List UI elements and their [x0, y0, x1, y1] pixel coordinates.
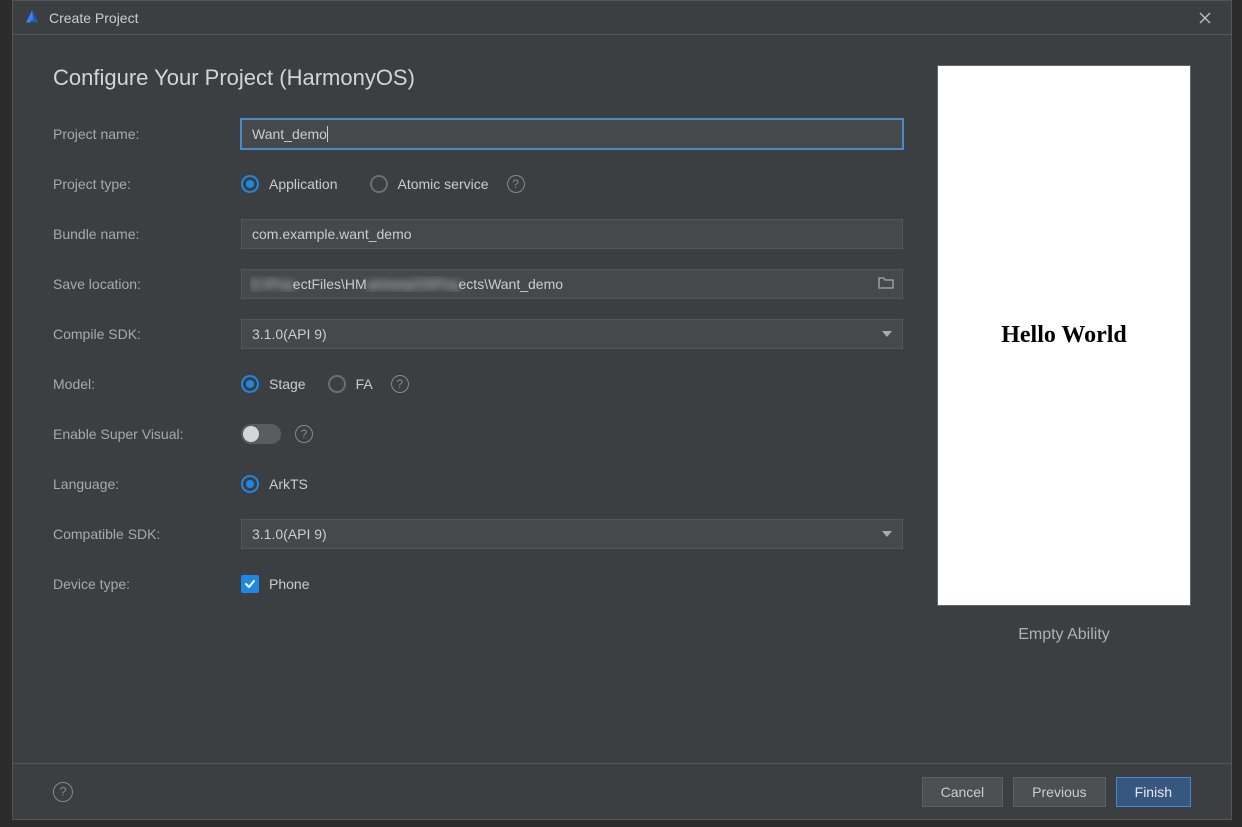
row-compatible-sdk: Compatible SDK: 3.1.0(API 9)	[53, 519, 903, 549]
dialog-content: Configure Your Project (HarmonyOS) Proje…	[13, 35, 1231, 763]
label-device-type: Device type:	[53, 576, 241, 592]
label-project-type: Project type:	[53, 176, 241, 192]
label-bundle-name: Bundle name:	[53, 226, 241, 242]
radio-atomic-service-button[interactable]	[370, 175, 388, 193]
close-icon[interactable]	[1189, 2, 1221, 34]
row-save-location: Save location: D:\ProjectFiles\HMarmonyO…	[53, 269, 903, 299]
radio-fa[interactable]: FA	[328, 375, 373, 393]
preview-caption: Empty Ability	[1018, 626, 1110, 644]
titlebar-title: Create Project	[49, 10, 138, 26]
row-model: Model: Stage FA ?	[53, 369, 903, 399]
radio-stage[interactable]: Stage	[241, 375, 306, 393]
label-language: Language:	[53, 476, 241, 492]
row-bundle-name: Bundle name:	[53, 219, 903, 249]
project-type-help-icon[interactable]: ?	[507, 175, 525, 193]
titlebar: Create Project	[13, 1, 1231, 35]
radio-stage-button[interactable]	[241, 375, 259, 393]
checkbox-phone-box[interactable]	[241, 575, 259, 593]
footer-help-icon[interactable]: ?	[53, 782, 73, 802]
label-project-name: Project name:	[53, 126, 241, 142]
compile-sdk-select[interactable]: 3.1.0(API 9)	[241, 319, 903, 349]
save-location-value: D:\ProjectFiles\HMarmonyOSProjects\Want_…	[250, 276, 563, 292]
compatible-sdk-select[interactable]: 3.1.0(API 9)	[241, 519, 903, 549]
create-project-dialog: Create Project Configure Your Project (H…	[12, 0, 1232, 820]
dialog-footer: ? Cancel Previous Finish	[13, 763, 1231, 819]
radio-application[interactable]: Application	[241, 175, 338, 193]
finish-button[interactable]: Finish	[1116, 777, 1191, 807]
radio-atomic-service[interactable]: Atomic service	[370, 175, 489, 193]
label-compatible-sdk: Compatible SDK:	[53, 526, 241, 542]
row-enable-super-visual: Enable Super Visual: ?	[53, 419, 903, 449]
form-column: Configure Your Project (HarmonyOS) Proje…	[53, 65, 903, 763]
phone-preview: Hello World	[937, 65, 1191, 606]
toggle-knob	[243, 426, 259, 442]
row-compile-sdk: Compile SDK: 3.1.0(API 9)	[53, 319, 903, 349]
row-device-type: Device type: Phone	[53, 569, 903, 599]
row-language: Language: ArkTS	[53, 469, 903, 499]
preview-column: Hello World Empty Ability	[937, 65, 1191, 763]
radio-application-button[interactable]	[241, 175, 259, 193]
chevron-down-icon	[882, 531, 892, 537]
bundle-name-input[interactable]	[241, 219, 903, 249]
row-project-name: Project name: Want_demo	[53, 119, 903, 149]
preview-text: Hello World	[1001, 322, 1127, 349]
radio-arkts-button[interactable]	[241, 475, 259, 493]
save-location-input[interactable]: D:\ProjectFiles\HMarmonyOSProjects\Want_…	[241, 269, 903, 299]
enable-super-visual-toggle[interactable]	[241, 424, 281, 444]
app-logo-icon	[23, 9, 41, 27]
text-cursor	[327, 126, 328, 142]
chevron-down-icon	[882, 331, 892, 337]
label-enable-super-visual: Enable Super Visual:	[53, 426, 241, 442]
cancel-button[interactable]: Cancel	[922, 777, 1004, 807]
page-title: Configure Your Project (HarmonyOS)	[53, 65, 903, 91]
label-save-location: Save location:	[53, 276, 241, 292]
project-name-input[interactable]: Want_demo	[241, 119, 903, 149]
previous-button[interactable]: Previous	[1013, 777, 1105, 807]
radio-fa-button[interactable]	[328, 375, 346, 393]
radio-arkts[interactable]: ArkTS	[241, 475, 308, 493]
browse-folder-icon[interactable]	[878, 276, 894, 293]
checkbox-phone[interactable]: Phone	[241, 575, 309, 593]
label-compile-sdk: Compile SDK:	[53, 326, 241, 342]
model-help-icon[interactable]: ?	[391, 375, 409, 393]
super-visual-help-icon[interactable]: ?	[295, 425, 313, 443]
label-model: Model:	[53, 376, 241, 392]
row-project-type: Project type: Application Atomic service…	[53, 169, 903, 199]
